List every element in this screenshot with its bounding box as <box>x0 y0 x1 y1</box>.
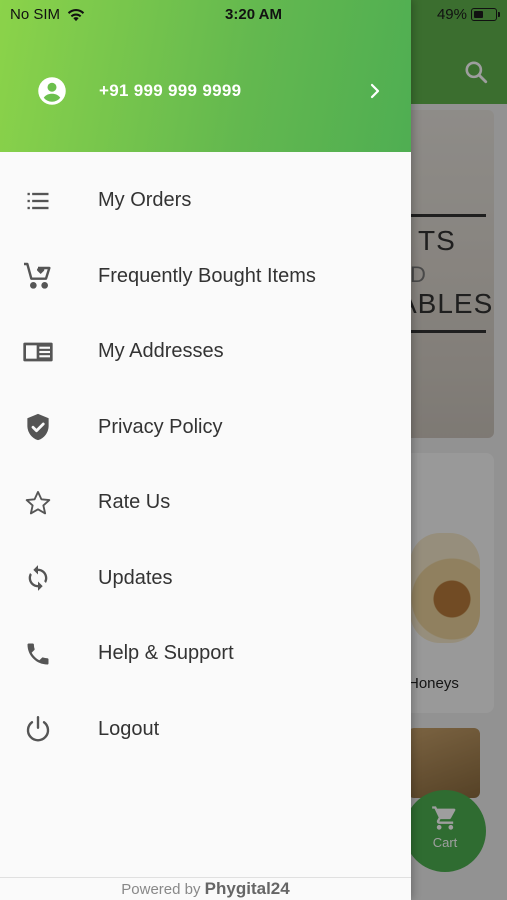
profile-row[interactable]: +91 999 999 9999 <box>0 68 411 114</box>
battery-icon <box>471 8 500 21</box>
menu-item-logout[interactable]: Logout <box>0 692 411 768</box>
status-bar: No SIM 3:20 AM 49% <box>0 0 507 30</box>
menu-item-rate-us[interactable]: Rate Us <box>0 465 411 541</box>
navigation-drawer: +91 999 999 9999 My Orders Frequently Bo… <box>0 0 411 900</box>
menu-item-updates[interactable]: Updates <box>0 541 411 617</box>
list-icon <box>22 185 54 217</box>
chevron-right-icon <box>366 82 384 100</box>
menu-item-label: Privacy Policy <box>98 415 223 438</box>
menu-item-help-support[interactable]: Help & Support <box>0 616 411 692</box>
menu-item-my-addresses[interactable]: My Addresses <box>0 314 411 390</box>
menu-item-label: Updates <box>98 566 173 589</box>
menu-item-label: Frequently Bought Items <box>98 264 316 287</box>
sync-icon <box>22 562 54 594</box>
footer-prefix: Powered by <box>121 881 201 898</box>
menu-item-label: Logout <box>98 717 160 740</box>
shield-check-icon <box>22 411 54 443</box>
menu-item-label: Rate Us <box>98 491 171 514</box>
menu-item-frequently-bought[interactable]: Frequently Bought Items <box>0 239 411 315</box>
clock: 3:20 AM <box>225 6 282 23</box>
menu-item-label: Help & Support <box>98 642 234 665</box>
phone-number: +91 999 999 9999 <box>99 81 242 100</box>
account-circle-icon <box>37 76 67 106</box>
cart-heart-icon <box>22 260 54 292</box>
power-icon <box>22 713 54 745</box>
battery-percent: 49% <box>436 6 467 23</box>
menu-item-label: My Orders <box>98 189 192 212</box>
menu-item-label: My Addresses <box>98 340 224 363</box>
star-icon <box>22 487 54 519</box>
footer-brand: Phygital24 <box>204 879 290 898</box>
address-card-icon <box>22 336 54 368</box>
menu-item-my-orders[interactable]: My Orders <box>0 163 411 239</box>
menu-item-privacy-policy[interactable]: Privacy Policy <box>0 390 411 466</box>
phone-icon <box>22 638 54 670</box>
drawer-footer: Powered by Phygital24 <box>0 877 411 900</box>
drawer-menu: My Orders Frequently Bought Items My Add… <box>0 163 411 767</box>
